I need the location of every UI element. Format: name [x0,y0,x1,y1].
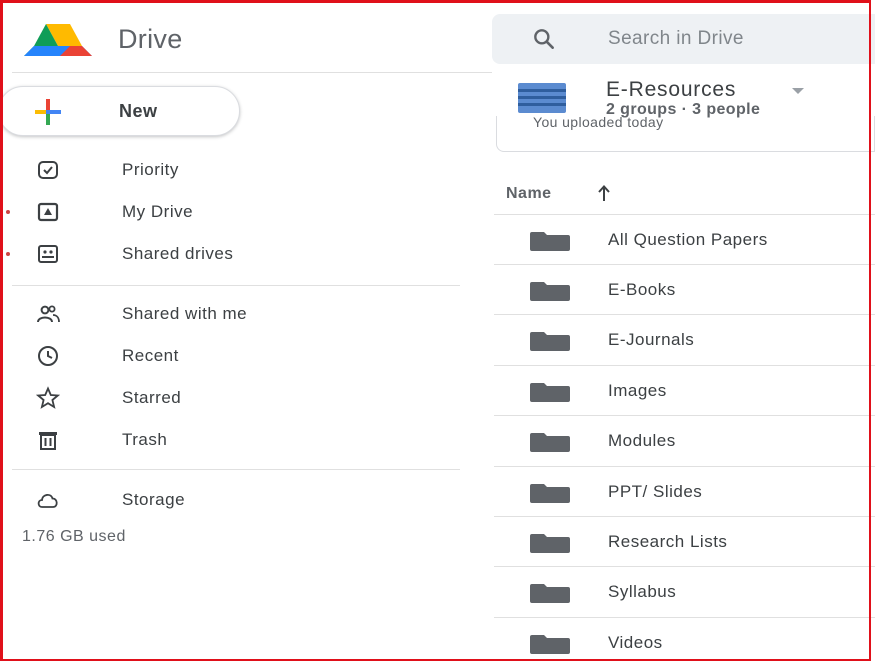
column-header-name[interactable]: Name [506,185,552,203]
row-name: E-Books [608,280,676,299]
sidebar-item-recent[interactable]: Recent [12,337,452,375]
new-button[interactable]: New [0,86,240,136]
edge-marker [6,252,10,256]
folder-icon [530,332,570,351]
sidebar-item-label: Shared drives [122,244,234,263]
table-row[interactable]: Research Lists [494,516,875,567]
plus-icon [35,99,61,125]
edge-marker [6,210,10,214]
folder-icon [530,584,570,603]
table-row[interactable]: Syllabus [494,566,875,617]
sidebar-item-trash[interactable]: Trash [12,421,452,459]
sidebar-item-label: Recent [122,346,179,365]
sidebar-item-label: Shared with me [122,304,248,323]
app-title: Drive [118,24,183,54]
table-row[interactable]: E-Journals [494,314,875,365]
folder-icon [530,232,570,251]
search-icon[interactable] [531,26,557,52]
table-row[interactable]: Modules [494,415,875,466]
sidebar-item-label: Storage [122,490,186,509]
priority-icon [38,161,58,179]
row-name: All Question Papers [608,230,768,249]
search-input[interactable] [606,22,870,56]
row-name: Videos [608,633,663,652]
new-button-label: New [119,101,158,121]
row-name: Syllabus [608,582,677,601]
sort-ascending-icon[interactable] [597,184,611,202]
table-row[interactable]: All Question Papers [494,214,875,265]
sidebar-item-label: Priority [122,160,179,179]
sidebar-item-storage[interactable]: Storage [12,481,452,519]
sidebar-item-label: My Drive [122,202,194,221]
sidebar-item-label: Trash [122,430,168,449]
sidebar-item-shared-with-me[interactable]: Shared with me [12,295,452,333]
table-row[interactable]: Images [494,365,875,416]
sidebar-item-priority[interactable]: Priority [12,151,452,189]
folder-icon [530,383,570,402]
folder-icon [530,635,570,654]
star-icon [36,386,60,409]
table-row[interactable]: Videos [494,617,875,668]
drive-logo-icon[interactable] [20,22,96,58]
table-row[interactable]: E-Books [494,264,875,315]
dropdown-caret-icon[interactable] [792,88,804,96]
activity-card[interactable]: You uploaded today [496,116,875,152]
folder-icon [530,534,570,553]
folder-icon [530,282,570,301]
shared-folder-icon [518,83,566,113]
header-divider [12,72,492,73]
sidebar-divider [12,285,460,286]
row-name: Images [608,381,667,400]
sidebar-divider [12,469,460,470]
row-name: Modules [608,431,676,450]
sidebar-item-starred[interactable]: Starred [12,379,452,417]
row-name: E-Journals [608,330,695,349]
folder-icon [530,484,570,503]
sidebar-item-label: Starred [122,388,182,407]
trash-icon [39,432,57,450]
activity-text: You uploaded today [533,116,664,130]
sidebar-item-shared-drives[interactable]: Shared drives [12,235,452,273]
table-row[interactable]: PPT/ Slides [494,466,875,517]
my-drive-icon [37,202,59,222]
storage-used: 1.76 GB used [22,528,126,545]
people-icon [37,305,60,323]
cloud-icon [37,494,58,508]
row-name: Research Lists [608,532,728,551]
shared-drives-icon [38,245,58,263]
row-name: PPT/ Slides [608,482,703,501]
folder-icon [530,433,570,452]
sidebar-item-my-drive[interactable]: My Drive [12,193,452,231]
folder-title[interactable]: E-Resources [606,78,736,102]
clock-icon [38,346,58,366]
